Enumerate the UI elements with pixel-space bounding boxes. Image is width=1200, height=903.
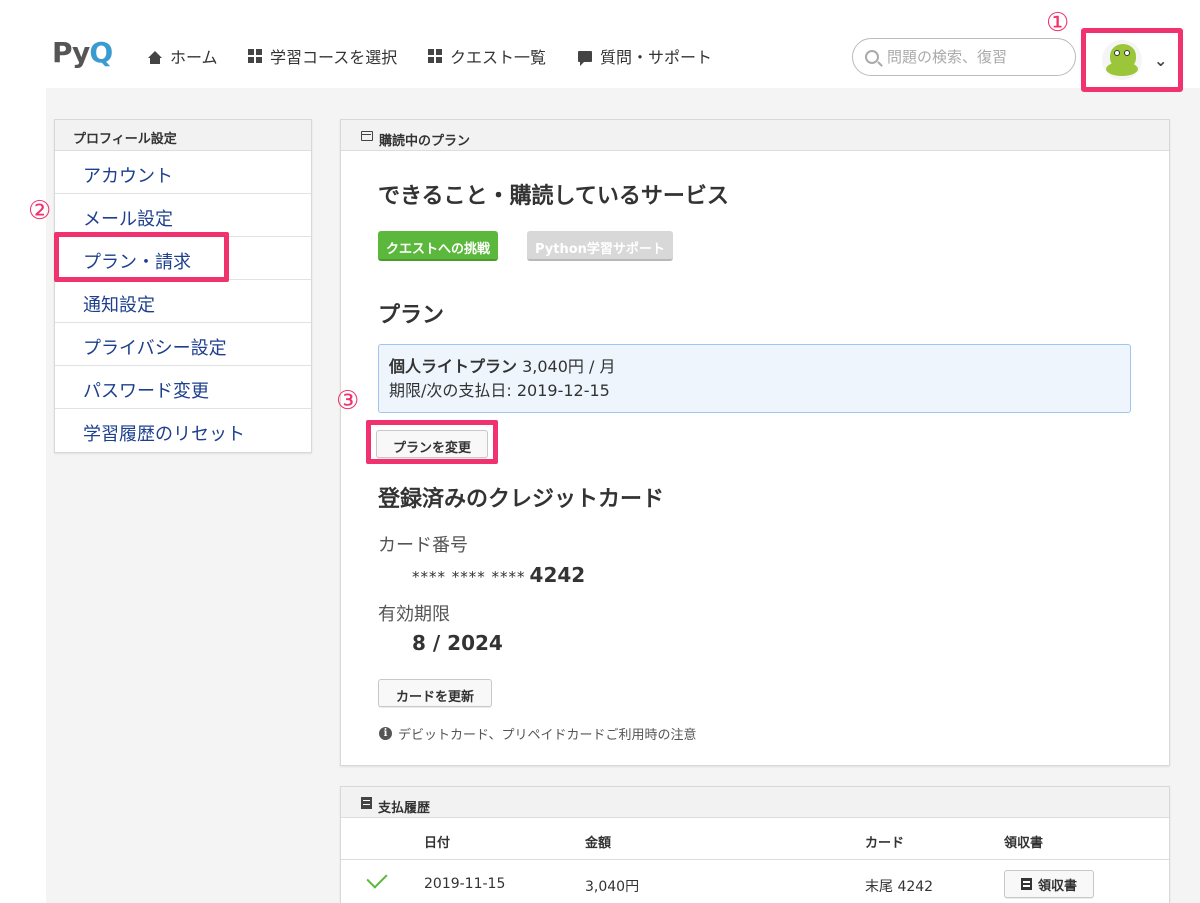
annotation-marker-1: ①	[1046, 8, 1070, 38]
annotation-marker-2: ②	[28, 196, 52, 226]
sidebar-item-plan-billing[interactable]: プラン・請求	[55, 237, 311, 280]
sidebar-item-reset-history[interactable]: 学習履歴のリセット	[55, 409, 311, 452]
expiry-value: 8 / 2024	[412, 631, 503, 655]
plan-price: 3,040円 / 月	[517, 357, 616, 376]
card-number-label: カード番号	[378, 535, 468, 556]
search-icon	[865, 50, 879, 64]
expiry-label: 有効期限	[378, 604, 450, 625]
receipt-button[interactable]: 領収書	[1004, 870, 1094, 898]
col-date: 日付	[424, 836, 451, 851]
card-number-value: **** **** **** 4242	[412, 563, 586, 587]
search-box[interactable]	[852, 38, 1076, 76]
search-input[interactable]	[887, 48, 1067, 66]
nav-home[interactable]: ホーム	[148, 44, 218, 68]
badge-quest: クエストへの挑戦	[378, 231, 499, 261]
chevron-down-icon: ⌄	[1154, 50, 1168, 70]
home-icon	[148, 50, 162, 64]
col-card: カード	[865, 836, 905, 851]
change-plan-button[interactable]: プランを変更	[376, 430, 488, 458]
badge-python-support: Python学習サポート	[527, 231, 673, 261]
col-amount: 金額	[585, 836, 612, 851]
nav-quest-list[interactable]: クエスト一覧	[428, 44, 546, 68]
debit-card-notice[interactable]: i デビットカード、プリペイドカードご利用時の注意	[379, 724, 696, 743]
row-date: 2019-11-15	[424, 876, 506, 892]
plan-heading: プラン	[378, 303, 445, 328]
sidebar-item-password[interactable]: パスワード変更	[55, 366, 311, 409]
avatar	[1102, 40, 1142, 80]
sidebar-item-notifications[interactable]: 通知設定	[55, 280, 311, 323]
sidebar-heading: プロフィール設定	[55, 120, 311, 151]
document-icon	[361, 796, 372, 809]
credit-card-icon	[361, 130, 373, 141]
plan-name: 個人ライトプラン	[389, 357, 518, 376]
row-card: 末尾 4242	[865, 879, 934, 895]
pyq-logo[interactable]: PyQ	[52, 36, 113, 69]
sidebar-item-account[interactable]: アカウント	[55, 151, 311, 194]
sidebar-item-privacy[interactable]: プライバシー設定	[55, 323, 311, 366]
grid-icon	[428, 49, 442, 63]
payment-history-title: 支払履歴	[378, 800, 431, 816]
user-menu-button[interactable]: ⌄	[1081, 28, 1183, 92]
nav-select-course[interactable]: 学習コースを選択	[248, 44, 397, 68]
update-card-button[interactable]: カードを更新	[378, 679, 492, 707]
services-heading: できること・購読しているサービス	[378, 184, 729, 209]
annotation-marker-3: ③	[336, 386, 360, 416]
nav-support[interactable]: 質問・サポート	[578, 44, 712, 68]
plan-period: 期限/次の支払日: 2019-12-15	[389, 381, 610, 400]
credit-card-heading: 登録済みのクレジットカード	[378, 487, 665, 512]
info-icon: i	[379, 727, 392, 740]
document-icon	[1020, 878, 1032, 890]
row-amount: 3,040円	[585, 879, 640, 895]
subscription-card-title: 購読中のプラン	[379, 133, 471, 149]
chat-icon	[578, 50, 592, 66]
profile-settings-sidebar: プロフィール設定 アカウント メール設定 プラン・請求 通知設定 プライバシー設…	[54, 119, 312, 453]
current-plan-box: 個人ライトプラン 3,040円 / 月 期限/次の支払日: 2019-12-15	[378, 344, 1131, 413]
col-receipt: 領収書	[1004, 836, 1044, 851]
sidebar-item-mail[interactable]: メール設定	[55, 194, 311, 237]
top-header: PyQ ホーム 学習コースを選択 クエスト一覧 質問・サポート ① ⌄	[0, 0, 1200, 92]
grid-icon	[248, 49, 262, 63]
